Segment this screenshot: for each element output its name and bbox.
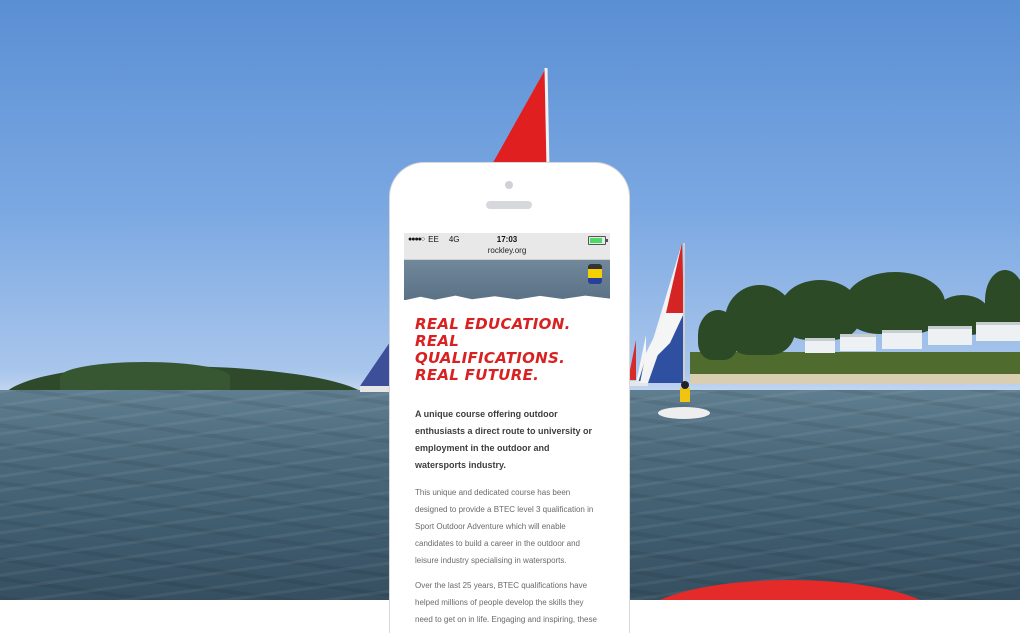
house [805,338,835,353]
speaker-grille [486,201,532,209]
beach [690,374,1020,384]
address-bar-url[interactable]: rockley.org [404,246,610,255]
tree [845,272,945,334]
status-time: 17:03 [496,235,518,244]
page-headline: REAL EDUCATION. REAL QUALIFICATIONS. REA… [415,315,571,384]
blue-sail-small [360,342,392,392]
phone-screen: ●●●●○ EE 4G 17:03 rockley.org REAL EDUCA… [404,233,610,633]
dinghy-with-sail [640,243,710,419]
red-sail-large [490,68,550,168]
left-treeline [60,362,230,392]
lead-paragraph: A unique course offering outdoor enthusi… [415,409,593,470]
body-paragraph: Over the last 25 years, BTEC qualificati… [415,581,597,633]
front-camera [505,181,513,189]
body-paragraph: This unique and dedicated course has bee… [415,488,594,565]
hero-image [404,260,610,300]
status-bar: ●●●●○ EE 4G 17:03 rockley.org [404,233,610,260]
house [928,326,972,345]
sailor-figure [588,264,602,284]
house [976,322,1020,341]
house [840,334,876,351]
battery-icon [588,236,608,245]
tree [985,270,1020,330]
house [882,330,922,349]
page-content: REAL EDUCATION. REAL QUALIFICATIONS. REA… [404,300,610,633]
phone-mockup: ●●●●○ EE 4G 17:03 rockley.org REAL EDUCA… [390,163,629,633]
